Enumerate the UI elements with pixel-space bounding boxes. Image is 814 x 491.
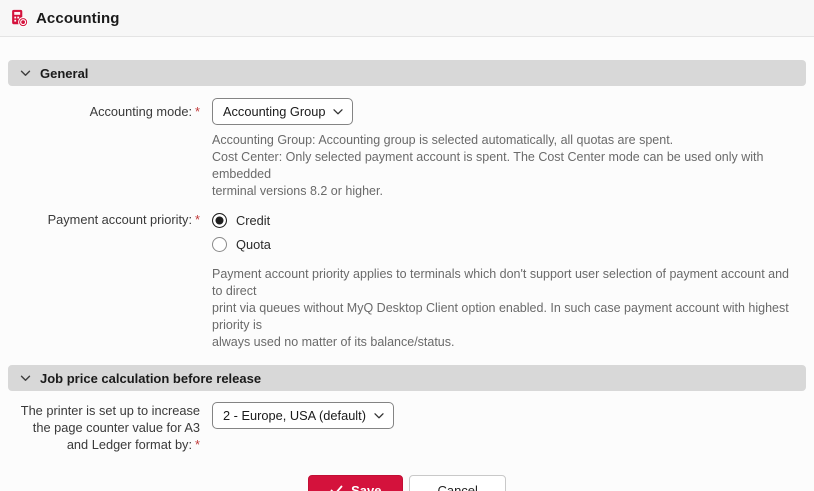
select-chevron-icon	[374, 413, 384, 419]
accounting-settings-page: Accounting General Accounting mode:* Acc…	[0, 0, 814, 491]
page-counter-value: 2 - Europe, USA (default)	[223, 408, 366, 423]
radio-credit-label: Credit	[236, 213, 270, 228]
payment-priority-label: Payment account priority:*	[0, 209, 200, 231]
radio-selected-icon	[212, 213, 227, 228]
accounting-mode-label: Accounting mode:*	[0, 104, 200, 119]
accounting-mode-row: Accounting mode:* Accounting Group	[0, 98, 814, 125]
radio-quota-label: Quota	[236, 237, 271, 252]
section-title-job-price: Job price calculation before release	[40, 371, 261, 386]
required-marker: *	[195, 437, 200, 452]
check-icon	[330, 485, 343, 491]
page-counter-select[interactable]: 2 - Europe, USA (default)	[212, 402, 394, 429]
required-marker: *	[195, 212, 200, 227]
page-title: Accounting	[36, 10, 120, 27]
accounting-mode-help: Accounting Group: Accounting group is se…	[212, 132, 797, 200]
section-header-general[interactable]: General	[8, 60, 806, 86]
radio-option-credit[interactable]: Credit	[212, 209, 271, 231]
accounting-mode-value: Accounting Group	[223, 104, 325, 119]
section-header-job-price[interactable]: Job price calculation before release	[8, 365, 806, 391]
radio-option-quota[interactable]: Quota	[212, 233, 271, 255]
accounting-calculator-icon	[10, 9, 28, 27]
section-title-general: General	[40, 66, 88, 81]
page-counter-label: The printer is set up to increase the pa…	[0, 402, 200, 453]
cancel-button[interactable]: Cancel	[409, 475, 505, 491]
chevron-down-icon	[20, 70, 31, 77]
payment-priority-row: Payment account priority:* Credit Quota	[0, 209, 814, 255]
payment-priority-help: Payment account priority applies to term…	[212, 266, 797, 351]
chevron-down-icon	[20, 375, 31, 382]
radio-unselected-icon	[212, 237, 227, 252]
form-actions: Save Cancel	[0, 475, 814, 491]
required-marker: *	[195, 104, 200, 119]
payment-priority-radio-group: Credit Quota	[212, 209, 271, 255]
page-counter-row: The printer is set up to increase the pa…	[0, 402, 814, 453]
page-header: Accounting	[0, 0, 814, 37]
accounting-mode-select[interactable]: Accounting Group	[212, 98, 353, 125]
save-button[interactable]: Save	[308, 475, 403, 491]
select-chevron-icon	[333, 109, 343, 115]
